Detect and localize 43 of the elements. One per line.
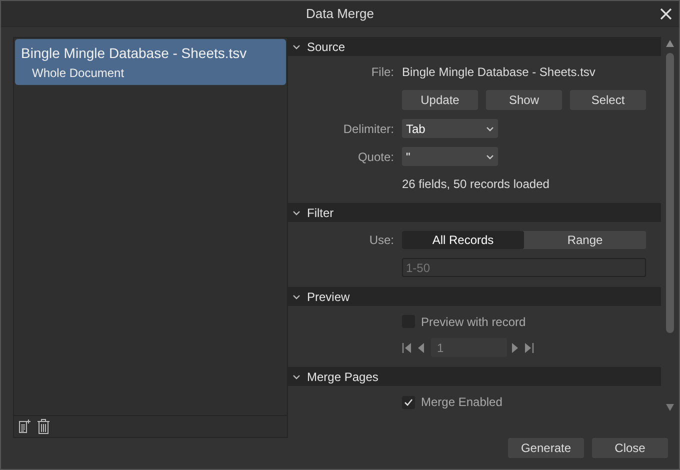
section-header[interactable]: Merge Pages — [288, 367, 661, 386]
status-text: 26 fields, 50 records loaded — [402, 176, 550, 193]
chevron-icon[interactable] — [292, 292, 301, 300]
add-document-icon[interactable] — [18, 419, 31, 434]
filter-option[interactable]: Range — [524, 231, 646, 249]
dialog-button[interactable]: Generate — [508, 438, 584, 458]
chevron-icon[interactable] — [292, 372, 301, 380]
field-label: Quote: — [356, 148, 394, 166]
section-header[interactable]: Preview — [288, 287, 661, 306]
next-record-icon[interactable] — [511, 342, 520, 354]
file-name: Bingle Mingle Database - Sheets.tsv — [402, 64, 596, 81]
chevron-icon[interactable] — [292, 42, 301, 50]
section-header[interactable]: Filter — [288, 203, 661, 222]
field-label: Delimiter: — [342, 120, 394, 138]
section-title: Merge Pages — [307, 368, 378, 386]
document-item[interactable]: Bingle Mingle Database - Sheets.tsv Whole Document — [15, 39, 286, 85]
field-label: File: — [370, 64, 394, 81]
checkbox-label: Preview with record — [421, 314, 526, 330]
source-button[interactable]: Show — [486, 90, 562, 110]
section-title: Preview — [307, 288, 350, 306]
trash-icon[interactable] — [37, 419, 50, 434]
delimiter-dropdown[interactable]: Tab — [402, 119, 498, 138]
document-subtitle: Whole Document — [31, 65, 126, 82]
source-button[interactable]: Select — [570, 90, 646, 110]
section-title: Source — [307, 38, 346, 56]
checkbox[interactable] — [402, 396, 415, 408]
first-record-icon[interactable] — [402, 342, 412, 354]
filter-option[interactable]: All Records — [402, 231, 524, 249]
section-header[interactable]: Source — [288, 37, 661, 56]
field-label: Use: — [368, 232, 394, 249]
close-icon[interactable] — [659, 7, 673, 21]
caret-icon — [486, 154, 494, 160]
source-button[interactable]: Update — [402, 90, 478, 110]
chevron-icon[interactable] — [292, 208, 301, 216]
section-title: Filter — [307, 204, 334, 222]
document-name: Bingle Mingle Database - Sheets.tsv — [21, 44, 248, 63]
dialog-button[interactable]: Close — [592, 438, 668, 458]
quote-dropdown[interactable]: " — [402, 147, 498, 166]
last-record-icon[interactable] — [524, 342, 534, 354]
previous-record-icon[interactable] — [416, 342, 425, 354]
checkbox-label: Merge Enabled — [421, 394, 502, 411]
caret-icon — [486, 126, 494, 132]
window-title: Data Merge — [306, 4, 374, 23]
